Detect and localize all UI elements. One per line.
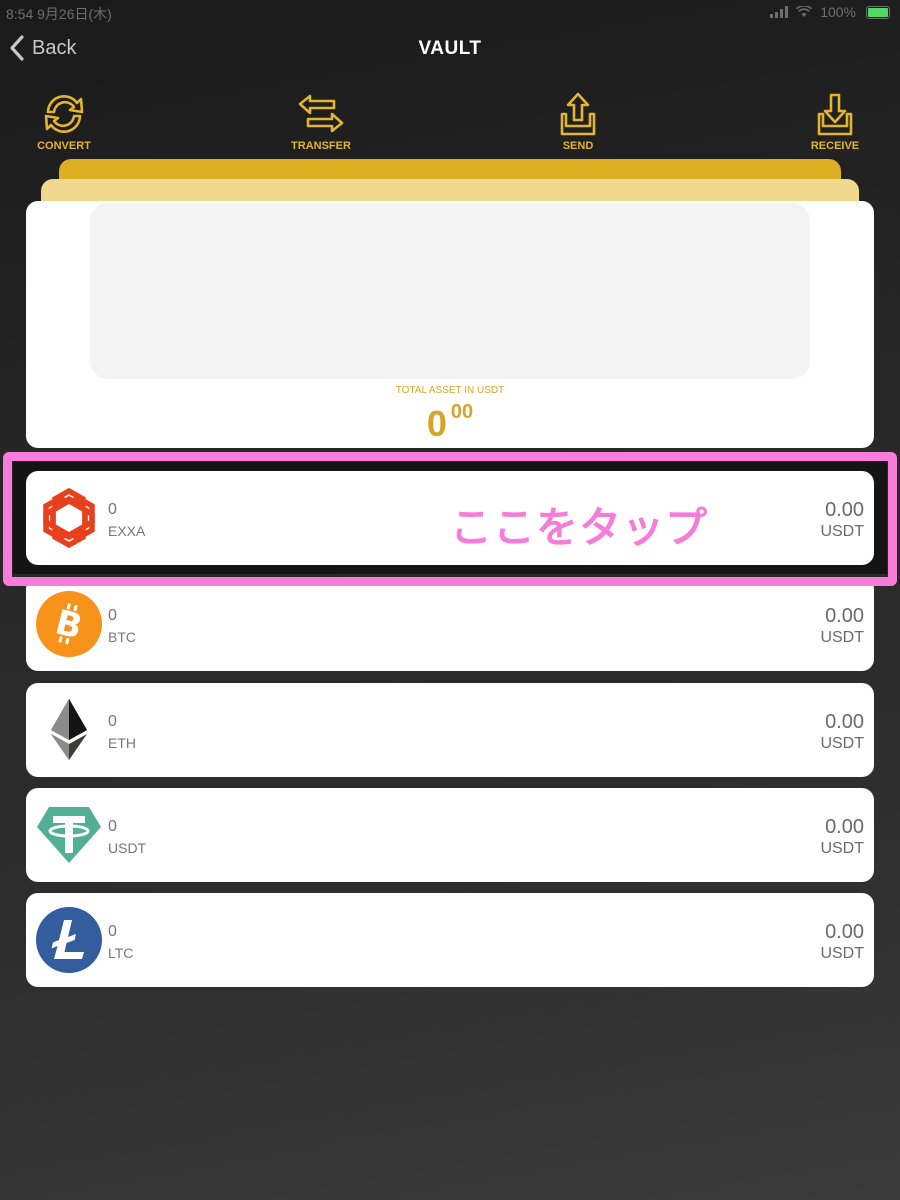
status-bar: 8:54 9月26日(木) 100% bbox=[0, 0, 900, 24]
receive-icon bbox=[817, 93, 853, 136]
status-time: 8:54 bbox=[6, 6, 34, 22]
coin-symbol: BTC bbox=[108, 629, 136, 645]
coin-symbol: LTC bbox=[108, 945, 134, 961]
coin-amount: 0 bbox=[108, 923, 117, 940]
transfer-button[interactable]: TRANSFER bbox=[271, 90, 371, 152]
coin-value: 0.00 bbox=[825, 499, 864, 521]
battery-icon bbox=[866, 5, 890, 19]
convert-label: CONVERT bbox=[37, 140, 91, 152]
coin-symbol: EXXA bbox=[108, 523, 146, 539]
tether-icon bbox=[37, 807, 101, 863]
coin-value: 0.00 bbox=[825, 921, 864, 943]
ethereum-icon bbox=[51, 699, 87, 760]
total-asset-decimal: 00 bbox=[450, 401, 474, 423]
send-label: SEND bbox=[562, 140, 594, 152]
status-indicators: 100% bbox=[770, 4, 890, 20]
transfer-icon bbox=[298, 94, 344, 133]
exxa-icon bbox=[43, 487, 95, 549]
coin-symbol: ETH bbox=[108, 735, 136, 751]
coin-amount: 0 bbox=[108, 501, 117, 518]
tap-here-annotation: ここをタップ bbox=[450, 503, 709, 552]
total-asset-integer: 0 bbox=[426, 403, 447, 444]
coin-row-usdt[interactable]: 0 USDT 0.00 USDT bbox=[26, 788, 874, 882]
coin-unit: USDT bbox=[820, 735, 864, 752]
coin-symbol: USDT bbox=[108, 840, 147, 856]
litecoin-icon bbox=[36, 907, 102, 973]
coin-amount: 0 bbox=[108, 607, 117, 624]
navigation-bar: Back VAULT bbox=[0, 26, 900, 74]
status-time-date: 8:54 9月26日(木) bbox=[6, 4, 112, 24]
transfer-label: TRANSFER bbox=[291, 140, 351, 152]
coin-unit: USDT bbox=[820, 945, 864, 962]
coin-unit: USDT bbox=[820, 840, 864, 857]
battery-percent: 100% bbox=[820, 4, 856, 20]
coin-row-btc[interactable]: B 0 BTC 0.00 USDT bbox=[26, 577, 874, 671]
coin-value: 0.00 bbox=[825, 711, 864, 733]
receive-button[interactable]: RECEIVE bbox=[785, 90, 885, 152]
coin-row-eth[interactable]: 0 ETH 0.00 USDT bbox=[26, 683, 874, 777]
coin-unit: USDT bbox=[820, 523, 864, 540]
bitcoin-icon: B bbox=[36, 591, 102, 657]
send-button[interactable]: SEND bbox=[528, 90, 628, 152]
convert-icon bbox=[44, 95, 84, 133]
coin-value: 0.00 bbox=[825, 816, 864, 838]
receive-label: RECEIVE bbox=[810, 140, 860, 152]
coin-row-ltc[interactable]: 0 LTC 0.00 USDT bbox=[26, 893, 874, 987]
coin-value: 0.00 bbox=[825, 605, 864, 627]
action-bar: CONVERT TRANSFER SEND RECEIVE bbox=[0, 90, 900, 156]
convert-button[interactable]: CONVERT bbox=[14, 90, 114, 152]
coin-amount: 0 bbox=[108, 713, 117, 730]
asset-chart-area bbox=[90, 203, 810, 379]
coin-unit: USDT bbox=[820, 629, 864, 646]
coin-amount: 0 bbox=[108, 818, 117, 835]
send-icon bbox=[560, 92, 596, 136]
total-asset-label: TOTAL ASSET IN USDT bbox=[395, 385, 505, 396]
cellular-signal-icon bbox=[770, 6, 789, 18]
total-asset-value: 0 00 bbox=[26, 401, 874, 445]
total-asset-card: TOTAL ASSET IN USDT 0 00 bbox=[26, 201, 874, 448]
wifi-icon bbox=[796, 6, 813, 17]
page-title: VAULT bbox=[418, 38, 482, 59]
status-date: 9月26日(木) bbox=[37, 6, 112, 22]
